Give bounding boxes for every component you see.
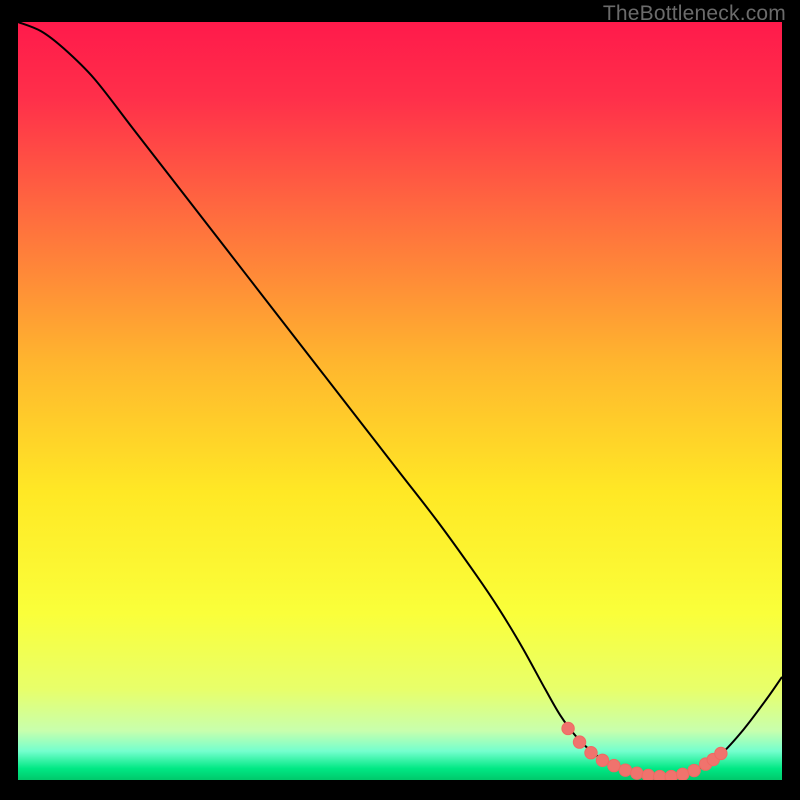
chart-stage: TheBottleneck.com (0, 0, 800, 800)
highlight-marker (596, 754, 608, 766)
plot-area (18, 22, 782, 780)
highlight-marker (631, 767, 643, 779)
highlight-marker (562, 722, 574, 734)
highlight-marker (665, 770, 677, 780)
highlight-marker (715, 747, 727, 759)
highlight-marker (585, 747, 597, 759)
highlight-marker (688, 764, 700, 776)
gradient-background (18, 22, 782, 780)
highlight-marker (573, 736, 585, 748)
highlight-marker (654, 770, 666, 780)
highlight-marker (608, 759, 620, 771)
chart-svg (18, 22, 782, 780)
highlight-marker (619, 764, 631, 776)
highlight-marker (642, 769, 654, 780)
highlight-marker (676, 768, 688, 780)
